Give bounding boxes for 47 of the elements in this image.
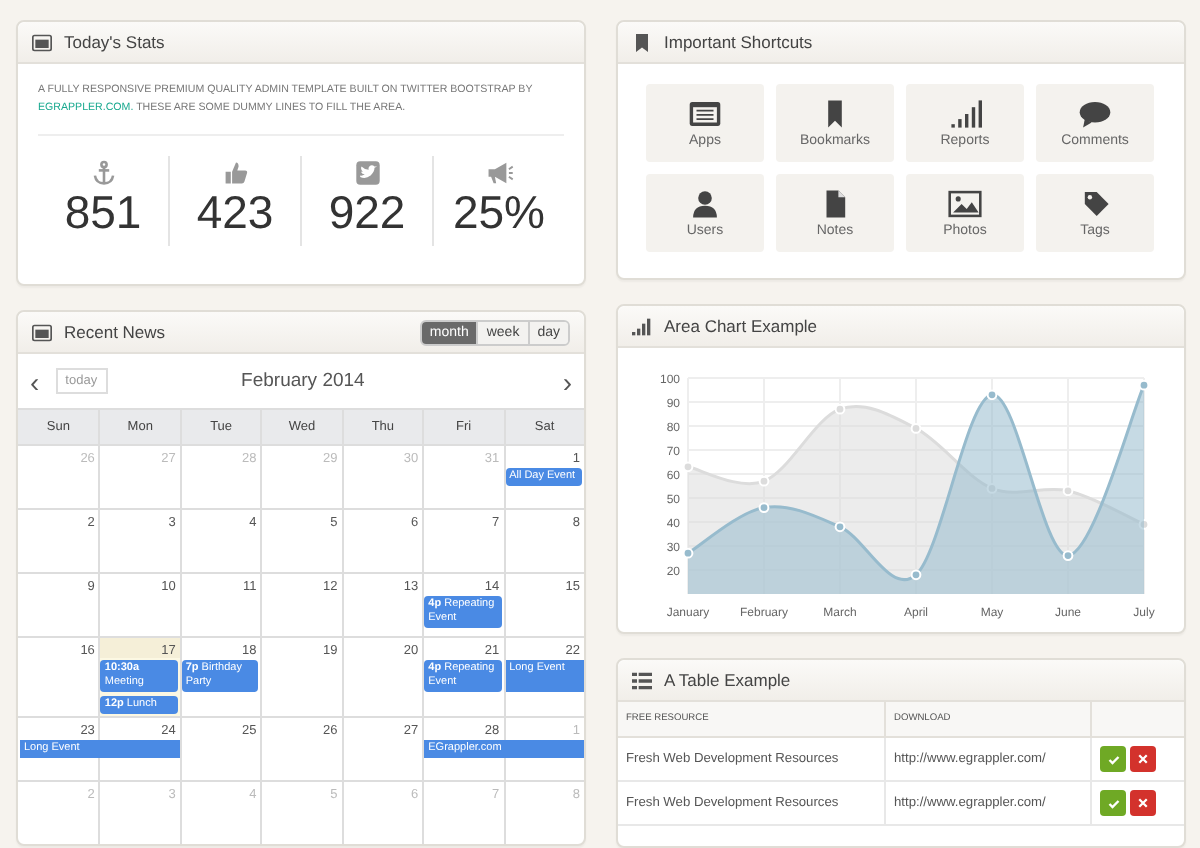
data-point [910, 569, 922, 581]
next-button[interactable]: › [558, 367, 576, 395]
data-point [682, 461, 694, 473]
close-icon [1138, 754, 1148, 764]
bird-square-icon [353, 160, 381, 186]
close-icon [1138, 798, 1148, 808]
picture-frame-icon [948, 189, 982, 217]
data-point [834, 403, 846, 415]
delete-button[interactable] [1130, 790, 1156, 816]
delete-button[interactable] [1130, 746, 1156, 772]
panel-title: Important Shortcuts [664, 32, 813, 52]
browser-window-icon [32, 323, 52, 341]
list-icon [632, 671, 652, 689]
check-icon [1107, 797, 1119, 809]
panel-title: A Table Example [664, 670, 791, 690]
data-point [1062, 550, 1074, 561]
previous-button[interactable]: ‹ [26, 367, 44, 395]
data-point [758, 475, 770, 487]
thumbs-up-icon [221, 160, 249, 186]
list-window-icon [688, 99, 722, 127]
data-point [1138, 379, 1150, 391]
panel-title: Today's Stats [64, 32, 165, 52]
signal-bars-icon [948, 99, 982, 127]
check-icon [1107, 753, 1119, 765]
approve-button[interactable] [1100, 790, 1126, 816]
data-point [1062, 485, 1074, 497]
month-title: February 2014 [239, 370, 367, 392]
user-icon [688, 189, 722, 217]
approve-button[interactable] [1100, 746, 1126, 772]
data-point [986, 389, 998, 401]
stat-value: 423 [196, 186, 274, 238]
stat-value: 851 [64, 186, 142, 238]
megaphone-icon [485, 160, 513, 186]
data-point [758, 502, 770, 513]
panel-title: Recent News [64, 322, 166, 342]
stat-value: 25% [452, 186, 546, 238]
data-point [834, 521, 846, 533]
data-point [1138, 519, 1150, 530]
stat-value: 922 [328, 186, 406, 238]
anchor-icon [89, 160, 117, 186]
data-point [910, 423, 922, 434]
panel-title: Area Chart Example [664, 316, 818, 336]
data-point [682, 547, 694, 559]
bookmark-icon [632, 33, 652, 51]
signal-bars-icon [632, 317, 652, 335]
speech-bubble-icon [1078, 99, 1112, 127]
browser-window-icon [32, 33, 52, 51]
